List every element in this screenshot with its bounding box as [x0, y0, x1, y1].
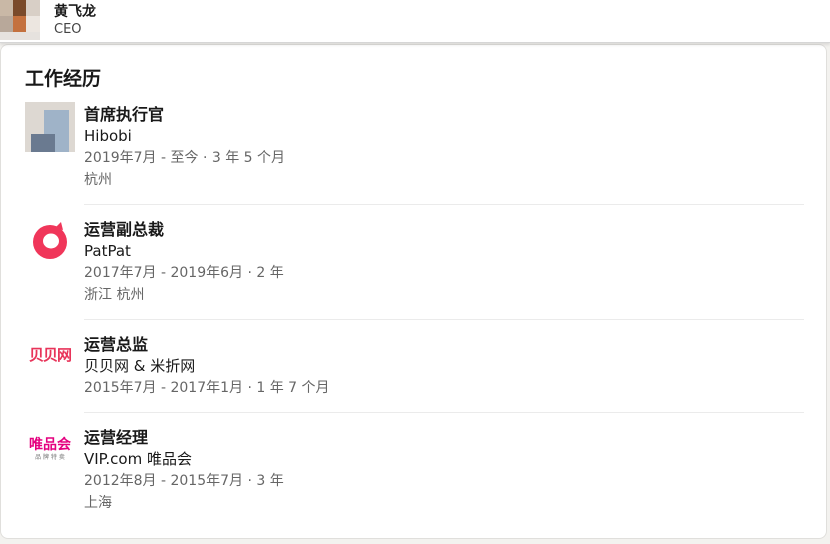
profile-headline: CEO — [54, 22, 82, 37]
experience-item[interactable]: 运营副总裁 PatPat 2017年7月 - 2019年6月 · 2 年 浙江 … — [1, 216, 828, 331]
divider — [84, 204, 804, 205]
company-name: Hibobi — [84, 127, 132, 145]
location: 杭州 — [84, 172, 112, 188]
date-range: 2015年7月 - 2017年1月 · 1 年 7 个月 — [84, 380, 330, 396]
experience-section: 工作经历 首席执行官 Hibobi 2019年7月 - 至今 · 3 年 5 个… — [0, 44, 827, 539]
profile-header: 黄飞龙 CEO — [0, 0, 830, 43]
beibei-logo[interactable]: 贝贝网 — [25, 331, 75, 381]
vip-logo[interactable]: 唯品会 品 牌 特 卖 — [25, 424, 75, 474]
role-title[interactable]: 运营总监 — [84, 331, 828, 356]
experience-item[interactable]: 贝贝网 运营总监 贝贝网 & 米折网 2015年7月 - 2017年1月 · 1… — [1, 331, 828, 424]
location: 上海 — [84, 495, 112, 511]
avatar[interactable] — [0, 0, 40, 40]
experience-list: 首席执行官 Hibobi 2019年7月 - 至今 · 3 年 5 个月 杭州 … — [1, 101, 828, 534]
hibobi-logo[interactable] — [25, 102, 75, 152]
company-name: PatPat — [84, 242, 131, 260]
date-range: 2012年8月 - 2015年7月 · 3 年 — [84, 473, 284, 489]
role-title[interactable]: 运营经理 — [84, 424, 828, 449]
role-title[interactable]: 运营副总裁 — [84, 216, 828, 241]
role-title[interactable]: 首席执行官 — [84, 101, 828, 126]
profile-name[interactable]: 黄飞龙 — [54, 2, 96, 22]
date-range: 2019年7月 - 至今 · 3 年 5 个月 — [84, 150, 286, 166]
patpat-logo[interactable] — [25, 216, 75, 266]
beibei-logo-text: 贝贝网 — [28, 346, 72, 364]
company-name: VIP.com 唯品会 — [84, 450, 192, 468]
location: 浙江 杭州 — [84, 287, 145, 303]
experience-item[interactable]: 唯品会 品 牌 特 卖 运营经理 VIP.com 唯品会 2012年8月 - 2… — [1, 424, 828, 534]
experience-item[interactable]: 首席执行官 Hibobi 2019年7月 - 至今 · 3 年 5 个月 杭州 — [1, 101, 828, 216]
date-range: 2017年7月 - 2019年6月 · 2 年 — [84, 265, 284, 281]
vip-logo-text: 唯品会 — [29, 437, 71, 453]
section-title: 工作经历 — [25, 68, 102, 90]
company-name: 贝贝网 & 米折网 — [84, 357, 196, 375]
vip-logo-subtext: 品 牌 特 卖 — [35, 454, 65, 461]
divider — [84, 412, 804, 413]
divider — [84, 319, 804, 320]
